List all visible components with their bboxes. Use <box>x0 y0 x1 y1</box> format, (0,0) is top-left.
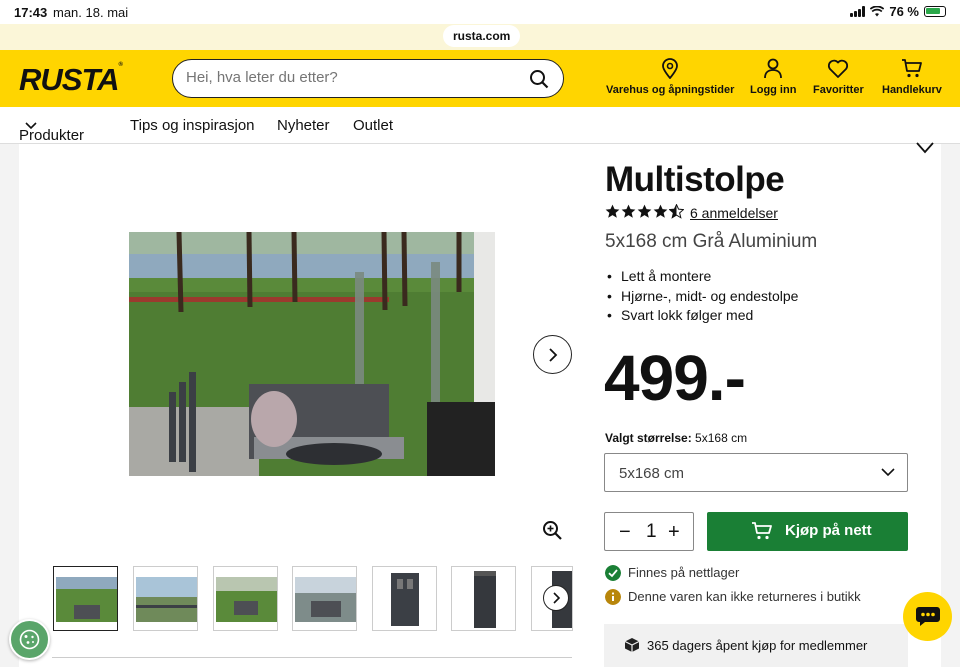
nav-item-products-label: Produkter <box>19 127 85 144</box>
cookie-settings-button[interactable] <box>9 619 50 660</box>
cart-icon <box>752 522 772 540</box>
header-link-login[interactable]: Logg inn <box>750 58 796 96</box>
cart-icon <box>901 59 922 78</box>
rusta-logo[interactable]: RUSTA® <box>19 62 123 98</box>
size-label-key: Valgt størrelse: <box>605 431 692 445</box>
ios-status-bar: 17:43 man. 18. mai 76 % <box>0 0 960 24</box>
gallery-thumbnail[interactable] <box>451 566 516 631</box>
header-link-cart-label: Handlekurv <box>882 84 942 96</box>
header-link-cart[interactable]: Handlekurv <box>882 58 942 96</box>
location-pin-icon <box>662 58 679 79</box>
battery-icon <box>924 6 946 17</box>
wifi-icon <box>870 6 885 17</box>
size-select-value: 5x168 cm <box>619 465 685 482</box>
status-indicators: 76 % <box>850 4 946 19</box>
gallery-thumbnail[interactable] <box>372 566 437 631</box>
feature-item: Hjørne-, midt- og endestolpe <box>607 287 798 307</box>
quantity-decrease-button[interactable]: − <box>619 521 631 544</box>
search-icon[interactable] <box>529 69 549 89</box>
product-title: Multistolpe <box>605 160 785 199</box>
chat-bubble-icon <box>916 607 940 626</box>
user-icon <box>764 58 783 79</box>
header-link-stores[interactable]: Varehus og åpningstider <box>606 58 734 96</box>
feature-item: Svart lokk følger med <box>607 306 798 326</box>
star-icon <box>605 204 620 218</box>
size-select[interactable]: 5x168 cm <box>604 453 908 492</box>
search-input[interactable] <box>186 69 516 86</box>
chevron-right-icon <box>549 348 558 362</box>
member-offer-banner[interactable]: 365 dagers åpent kjøp for medlemmer <box>604 624 908 667</box>
star-icon <box>637 204 652 218</box>
return-notice-text: Denne varen kan ikke returneres i butikk <box>628 589 861 604</box>
quantity-stepper: − 1 + <box>604 512 694 551</box>
nav-item-products[interactable]: Produkter <box>19 117 84 144</box>
size-label: Valgt størrelse: 5x168 cm <box>605 431 747 445</box>
size-label-value: 5x168 cm <box>695 431 748 445</box>
box-icon <box>624 638 640 652</box>
image-next-button[interactable] <box>533 335 572 374</box>
header-link-favorites[interactable]: Favoritter <box>813 58 864 96</box>
cookie-icon <box>19 629 40 650</box>
logo-text: RUSTA <box>19 62 119 97</box>
stock-status-text: Finnes på nettlager <box>628 565 740 580</box>
chat-button[interactable] <box>903 592 952 641</box>
star-icon <box>621 204 636 218</box>
check-circle-icon <box>605 565 621 581</box>
product-price: 499.- <box>604 342 746 414</box>
chevron-down-icon <box>881 468 895 477</box>
cellular-signal-icon <box>850 6 866 17</box>
heart-icon <box>828 59 849 78</box>
gallery-thumbnail[interactable] <box>213 566 278 631</box>
product-main-image[interactable] <box>129 232 495 476</box>
star-icon <box>653 204 668 218</box>
product-variant: 5x168 cm Grå Aluminium <box>605 231 818 252</box>
info-icon <box>605 589 621 605</box>
gallery-thumbnail[interactable] <box>53 566 118 631</box>
chevron-right-icon <box>553 592 561 604</box>
gallery-divider <box>52 657 572 658</box>
product-features: Lett å montere Hjørne-, midt- og endesto… <box>607 267 798 326</box>
status-date: man. 18. mai <box>53 5 129 20</box>
rating-stars <box>605 204 684 219</box>
reviews-link[interactable]: 6 anmeldelser <box>690 205 778 221</box>
status-time: 17:43 <box>14 5 48 20</box>
buy-online-button[interactable]: Kjøp på nett <box>707 512 908 551</box>
chevron-down-icon[interactable] <box>915 141 935 155</box>
header-link-favorites-label: Favoritter <box>813 84 864 96</box>
zoom-icon[interactable] <box>542 520 563 541</box>
quantity-increase-button[interactable]: + <box>668 521 680 544</box>
quantity-value[interactable]: 1 <box>646 521 657 543</box>
site-header: RUSTA® Varehus og åpningstider Logg inn … <box>0 50 960 107</box>
member-offer-text: 365 dagers åpent kjøp for medlemmer <box>647 638 868 653</box>
feature-item: Lett å montere <box>607 267 798 287</box>
header-link-stores-label: Varehus og åpningstider <box>606 84 735 96</box>
nav-item-tips[interactable]: Tips og inspirasjon <box>130 117 255 134</box>
nav-item-news[interactable]: Nyheter <box>277 117 330 134</box>
star-half-icon <box>669 204 684 219</box>
url-pill[interactable]: rusta.com <box>443 25 521 47</box>
battery-percent: 76 % <box>889 4 919 19</box>
buy-online-label: Kjøp på nett <box>785 522 872 539</box>
nav-item-outlet[interactable]: Outlet <box>353 117 393 134</box>
browser-url-bar: rusta.com <box>0 24 960 50</box>
gallery-thumbnail[interactable] <box>292 566 357 631</box>
search-box[interactable] <box>172 59 564 98</box>
header-link-login-label: Logg inn <box>750 84 797 96</box>
gallery-thumbnail[interactable] <box>133 566 198 631</box>
main-nav: Produkter Tips og inspirasjon Nyheter Ou… <box>0 107 960 144</box>
thumbnails-next-button[interactable] <box>543 585 569 611</box>
